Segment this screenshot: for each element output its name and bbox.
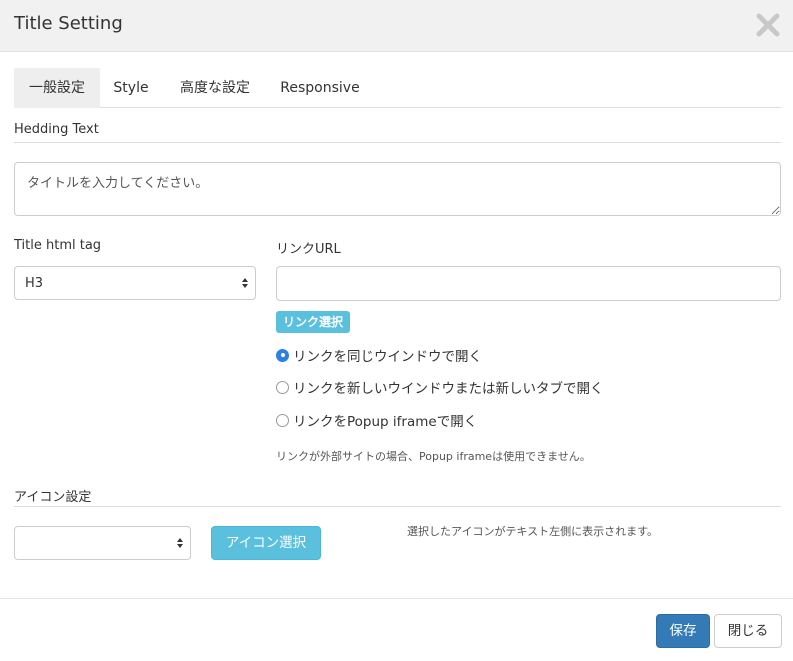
tab-bar: 一般設定 Style 高度な設定 Responsive <box>14 68 781 108</box>
link-url-label: リンクURL <box>276 242 341 257</box>
radio-same-window[interactable]: リンクを同じウインドウで開く <box>276 345 482 365</box>
dialog-header: Title Setting <box>0 0 793 52</box>
save-button[interactable]: 保存 <box>656 614 710 648</box>
tab-general[interactable]: 一般設定 <box>14 68 100 108</box>
heading-text-input[interactable] <box>14 162 781 216</box>
link-url-input[interactable] <box>276 266 781 301</box>
tab-advanced[interactable]: 高度な設定 <box>172 68 258 108</box>
close-icon[interactable] <box>755 10 781 38</box>
select-arrows-icon <box>242 277 248 289</box>
radio-new-window[interactable]: リンクを新しいウインドウまたは新しいタブで開く <box>276 377 604 397</box>
link-select-button[interactable]: リンク選択 <box>276 311 351 333</box>
link-note: リンクが外部サイトの場合、Popup iframeは使用できません。 <box>276 450 591 463</box>
title-tag-select[interactable]: H3 <box>14 266 256 300</box>
close-button[interactable]: 閉じる <box>714 614 782 648</box>
radio-checked-icon[interactable] <box>276 348 289 362</box>
radio-unchecked-icon[interactable] <box>276 380 289 394</box>
title-tag-label: Title html tag <box>14 238 102 253</box>
icon-select[interactable] <box>14 526 191 560</box>
heading-section-label: Hedding Text <box>14 122 99 137</box>
icon-divider <box>14 506 781 507</box>
icon-section-label: アイコン設定 <box>14 490 92 505</box>
icon-select-button[interactable]: アイコン選択 <box>211 526 321 560</box>
heading-divider <box>14 142 781 143</box>
radio-unchecked-icon[interactable] <box>276 413 289 427</box>
radio-new-window-label: リンクを新しいウインドウまたは新しいタブで開く <box>293 381 604 397</box>
footer-divider <box>0 598 793 599</box>
radio-same-window-label: リンクを同じウインドウで開く <box>293 349 482 365</box>
tab-style[interactable]: Style <box>104 68 158 108</box>
select-arrows-icon <box>177 537 183 549</box>
icon-note: 選択したアイコンがテキスト左側に表示されます。 <box>407 525 659 538</box>
dialog-title: Title Setting <box>14 13 123 34</box>
title-setting-dialog: Title Setting 一般設定 Style 高度な設定 Responsiv… <box>0 0 793 661</box>
radio-popup-iframe-label: リンクをPopup iframeで開く <box>293 414 478 430</box>
tab-responsive[interactable]: Responsive <box>276 68 364 108</box>
title-tag-value: H3 <box>25 275 44 291</box>
radio-popup-iframe[interactable]: リンクをPopup iframeで開く <box>276 410 477 430</box>
